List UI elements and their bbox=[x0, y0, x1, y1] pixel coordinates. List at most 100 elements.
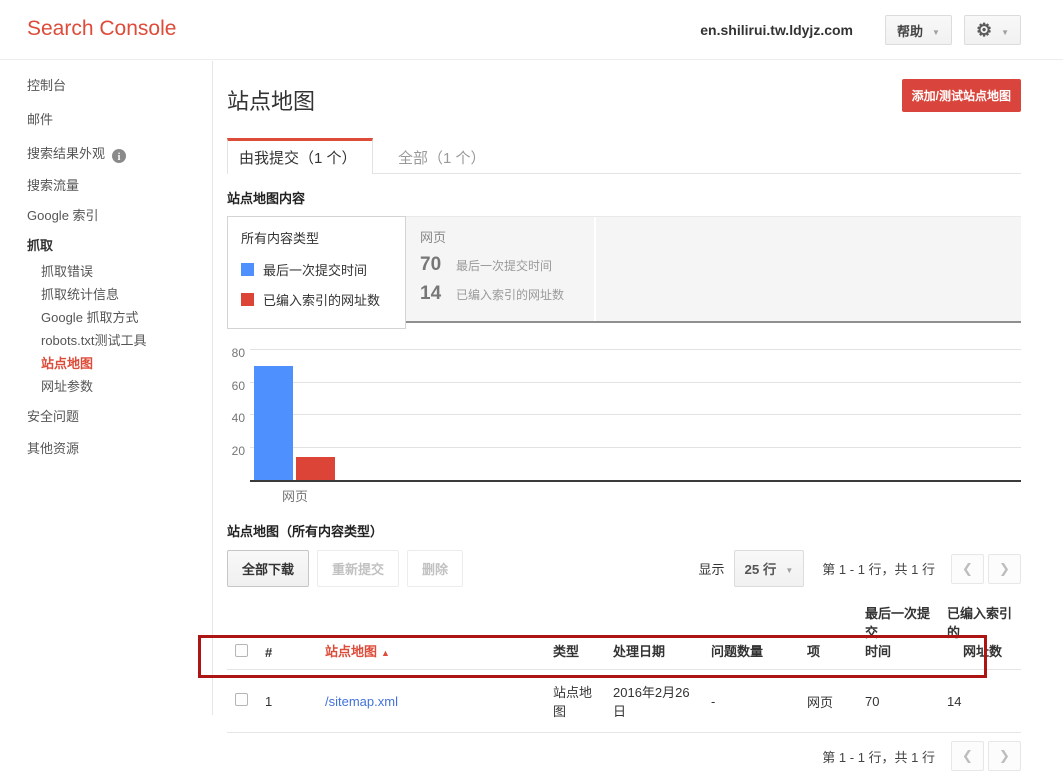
legend-item-indexed: 已编入索引的网址数 bbox=[241, 290, 405, 309]
col-header-items: 项 bbox=[799, 599, 857, 670]
sidebar-item-label: 搜索结果外观 bbox=[27, 146, 105, 161]
empty-stats-cell[interactable] bbox=[596, 217, 1021, 321]
prev-page-button[interactable] bbox=[951, 554, 984, 584]
cell-items: 网页 bbox=[799, 670, 857, 733]
row-checkbox[interactable] bbox=[235, 693, 248, 706]
table-header-row: # 站点地图 类型 处理日期 问题数量 项 最后一次提交 时间 已编入索引的 网… bbox=[227, 599, 1021, 670]
sidebar-item-messages[interactable]: 邮件 bbox=[0, 103, 212, 137]
sidebar-item-security-issues[interactable]: 安全问题 bbox=[0, 402, 212, 432]
col-header-line: 网址数 bbox=[947, 641, 1013, 660]
col-header-date: 处理日期 bbox=[605, 599, 703, 670]
settings-button[interactable] bbox=[964, 15, 1021, 45]
col-header-type: 类型 bbox=[545, 599, 605, 670]
resubmit-button[interactable]: 重新提交 bbox=[317, 550, 399, 587]
sidebar-item-google-index[interactable]: Google 索引 bbox=[0, 201, 212, 231]
chart-bar-indexed bbox=[296, 457, 335, 480]
cell-date: 2016年2月26日 bbox=[605, 670, 703, 733]
sidebar-item-fetch-as-google[interactable]: Google 抓取方式 bbox=[0, 306, 212, 329]
help-label: 帮助 bbox=[897, 21, 923, 40]
col-header-indexed: 已编入索引的 网址数 bbox=[939, 599, 1021, 670]
col-header-num: # bbox=[257, 599, 317, 670]
cell-type: 站点地图 bbox=[545, 670, 605, 733]
chart-y-tick: 80 bbox=[227, 346, 245, 360]
sidebar-item-search-appearance[interactable]: 搜索结果外观 bbox=[0, 137, 212, 171]
chart-plot bbox=[250, 352, 1021, 482]
info-icon[interactable] bbox=[112, 149, 126, 163]
tab-all[interactable]: 全部（1 个） bbox=[398, 141, 486, 174]
show-label: 显示 bbox=[699, 559, 725, 578]
col-header-label: 站点地图 bbox=[325, 644, 377, 659]
legend-label: 最后一次提交时间 bbox=[263, 260, 367, 279]
chart-gridline bbox=[250, 382, 1021, 383]
sidebar-item-sitemaps[interactable]: 站点地图 bbox=[0, 352, 212, 375]
sidebar-item-robots-tester[interactable]: robots.txt测试工具 bbox=[0, 329, 212, 352]
property-domain: en.shilirui.tw.ldyjz.com bbox=[700, 22, 853, 38]
help-button[interactable]: 帮助 bbox=[885, 15, 952, 45]
col-header-line: 已编入索引的 bbox=[947, 603, 1013, 641]
col-header-line: 时间 bbox=[865, 641, 931, 660]
col-header-sitemap[interactable]: 站点地图 bbox=[317, 599, 545, 670]
chart-gridline bbox=[250, 414, 1021, 415]
next-page-button[interactable] bbox=[988, 554, 1021, 584]
col-header-submitted: 最后一次提交 时间 bbox=[857, 599, 939, 670]
table-heading: 站点地图（所有内容类型） bbox=[227, 521, 1021, 540]
sidebar: 控制台 邮件 搜索结果外观 搜索流量 Google 索引 抓取 抓取错误 抓取统… bbox=[0, 61, 213, 715]
sidebar-item-other-resources[interactable]: 其他资源 bbox=[0, 432, 212, 466]
submitted-count-label: 最后一次提交时间 bbox=[456, 257, 552, 274]
cell-submitted: 70 bbox=[857, 670, 939, 733]
chart-gridline bbox=[250, 349, 1021, 350]
chart-x-label: 网页 bbox=[282, 486, 308, 505]
sidebar-item-crawl-errors[interactable]: 抓取错误 bbox=[0, 260, 212, 283]
content-type-stats: 网页 70 最后一次提交时间 14 已编入索引的网址数 bbox=[405, 216, 1021, 323]
web-pages-card[interactable]: 网页 70 最后一次提交时间 14 已编入索引的网址数 bbox=[405, 217, 596, 321]
rows-per-page-select[interactable]: 25 行 bbox=[734, 550, 805, 587]
table-row: 1 /sitemap.xml 站点地图 2016年2月26日 - 网页 70 1… bbox=[227, 670, 1021, 733]
sidebar-item-search-traffic[interactable]: 搜索流量 bbox=[0, 171, 212, 201]
sidebar-item-crawl[interactable]: 抓取 bbox=[0, 231, 212, 260]
select-all-checkbox[interactable] bbox=[235, 644, 248, 657]
submitted-count: 70 bbox=[420, 254, 456, 276]
sort-ascending-icon bbox=[377, 644, 390, 659]
add-test-sitemap-button[interactable]: 添加/测试站点地图 bbox=[902, 79, 1021, 112]
cell-indexed: 14 bbox=[939, 670, 1021, 733]
content-type-panel: 所有内容类型 最后一次提交时间 已编入索引的网址数 网页 70 最后一次提交时间… bbox=[227, 216, 1021, 329]
main-content: 站点地图 添加/测试站点地图 由我提交（1 个） 全部（1 个） 站点地图内容 … bbox=[227, 60, 1021, 771]
chart-gridline bbox=[250, 447, 1021, 448]
tab-submitted-by-me[interactable]: 由我提交（1 个） bbox=[227, 138, 373, 174]
app-logo[interactable]: Search Console bbox=[27, 17, 176, 41]
indexed-count: 14 bbox=[420, 283, 456, 305]
col-header-line: 最后一次提交 bbox=[865, 603, 931, 641]
sitemap-bar-chart: 网页 20 40 60 80 bbox=[227, 345, 1021, 505]
web-pages-label: 网页 bbox=[420, 227, 594, 246]
prev-page-button[interactable] bbox=[951, 741, 984, 771]
chevron-down-icon bbox=[932, 23, 940, 38]
sidebar-item-dashboard[interactable]: 控制台 bbox=[0, 69, 212, 103]
delete-button[interactable]: 删除 bbox=[407, 550, 463, 587]
chevron-down-icon bbox=[1001, 23, 1009, 38]
page-title: 站点地图 bbox=[227, 79, 315, 116]
indexed-count-label: 已编入索引的网址数 bbox=[456, 286, 564, 303]
table-controls: 全部下载 重新提交 删除 显示 25 行 第 1 - 1 行，共 1 行 bbox=[227, 550, 1021, 587]
chart-y-tick: 60 bbox=[227, 379, 245, 393]
sitemap-link[interactable]: /sitemap.xml bbox=[325, 694, 398, 709]
tab-bar: 由我提交（1 个） 全部（1 个） bbox=[227, 138, 1021, 174]
gear-icon bbox=[976, 21, 992, 39]
app-header: Search Console en.shilirui.tw.ldyjz.com … bbox=[0, 0, 1063, 60]
sidebar-item-crawl-stats[interactable]: 抓取统计信息 bbox=[0, 283, 212, 306]
cell-issues: - bbox=[703, 670, 799, 733]
header-right: en.shilirui.tw.ldyjz.com 帮助 bbox=[700, 15, 1021, 45]
pager-top: 显示 25 行 第 1 - 1 行，共 1 行 bbox=[699, 550, 1022, 587]
chart-y-tick: 20 bbox=[227, 444, 245, 458]
rows-per-page-value: 25 行 bbox=[745, 559, 777, 578]
col-header-issues: 问题数量 bbox=[703, 599, 799, 670]
chart-y-tick: 40 bbox=[227, 411, 245, 425]
legend-swatch-submitted bbox=[241, 263, 254, 276]
sitemaps-table-wrap: # 站点地图 类型 处理日期 问题数量 项 最后一次提交 时间 已编入索引的 网… bbox=[227, 599, 1021, 733]
row-range-text: 第 1 - 1 行，共 1 行 bbox=[822, 747, 935, 766]
all-content-types-label: 所有内容类型 bbox=[241, 228, 405, 247]
chart-bar-submitted bbox=[254, 366, 293, 480]
all-content-types-card[interactable]: 所有内容类型 最后一次提交时间 已编入索引的网址数 bbox=[227, 216, 406, 329]
sidebar-item-url-parameters[interactable]: 网址参数 bbox=[0, 375, 212, 398]
download-all-button[interactable]: 全部下载 bbox=[227, 550, 309, 587]
next-page-button[interactable] bbox=[988, 741, 1021, 771]
